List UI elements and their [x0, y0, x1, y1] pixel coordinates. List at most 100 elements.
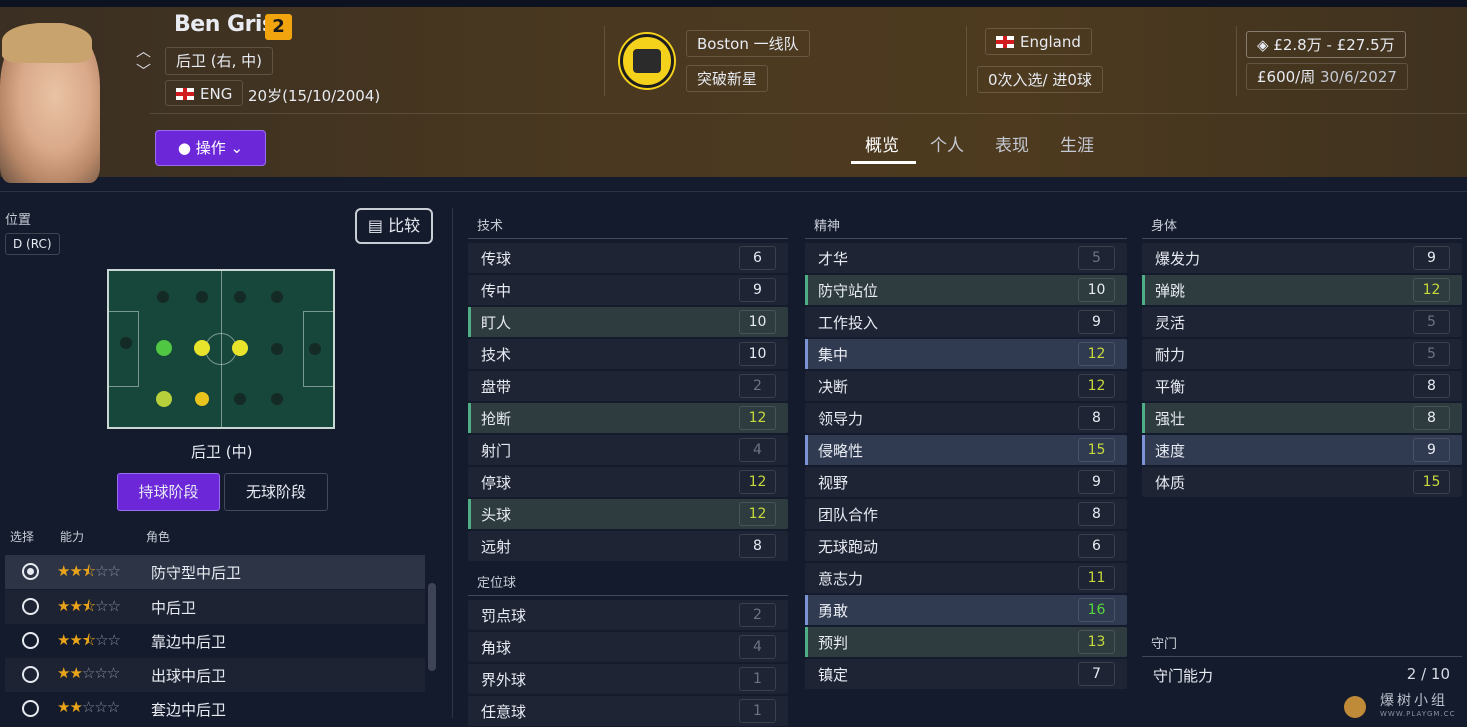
attribute-value: 12	[739, 470, 776, 494]
pitch-position-dot[interactable]	[234, 393, 246, 405]
pitch-position-dot[interactable]	[157, 291, 169, 303]
compare-button[interactable]: ▤ 比较	[355, 208, 433, 244]
attribute-name: 爆发力	[1155, 250, 1201, 268]
pitch-position-dot[interactable]	[234, 291, 246, 303]
role-name: 靠边中后卫	[151, 633, 227, 651]
pitch-position-dot[interactable]	[271, 343, 283, 355]
attribute-row-technical[interactable]: 技术 10	[468, 339, 788, 369]
action-button[interactable]: ● 操作 ⌄	[155, 130, 266, 166]
attribute-row-mental[interactable]: 预判 13	[805, 627, 1127, 657]
attribute-row-physical[interactable]: 速度 9	[1142, 435, 1462, 465]
attribute-row-mental[interactable]: 意志力 11	[805, 563, 1127, 593]
technical-header: 技术	[477, 219, 504, 234]
attribute-row-technical[interactable]: 盘带 2	[468, 371, 788, 401]
role-radio[interactable]	[22, 666, 39, 683]
pitch-position-dot[interactable]	[271, 393, 283, 405]
attribute-row-mental[interactable]: 侵略性 15	[805, 435, 1127, 465]
nationality-pill[interactable]: ENG	[165, 80, 244, 106]
attribute-value: 12	[739, 502, 776, 526]
attribute-row-mental[interactable]: 防守站位 10	[805, 275, 1127, 305]
attribute-name: 停球	[481, 474, 512, 492]
pitch-position-dot-competent[interactable]	[156, 391, 172, 407]
role-row[interactable]: ★★☆☆☆ 套边中后卫	[5, 692, 425, 726]
attribute-row-physical[interactable]: 灵活 5	[1142, 307, 1462, 337]
pitch-position-dot[interactable]	[120, 337, 132, 349]
role-row[interactable]: ★★⯪☆☆ 靠边中后卫	[5, 624, 425, 658]
attribute-row-mental[interactable]: 决断 12	[805, 371, 1127, 401]
attribute-value: 11	[1078, 566, 1115, 590]
attribute-row-physical[interactable]: 强壮 8	[1142, 403, 1462, 433]
attribute-row-setpiece[interactable]: 角球 4	[468, 632, 788, 662]
attribute-row-mental[interactable]: 镇定 7	[805, 659, 1127, 689]
attribute-row-technical[interactable]: 头球 12	[468, 499, 788, 529]
attribute-row-mental[interactable]: 集中 12	[805, 339, 1127, 369]
attribute-row-technical[interactable]: 传球 6	[468, 243, 788, 273]
role-row[interactable]: ★★⯪☆☆ 中后卫	[5, 590, 425, 624]
goalkeeping-header: 守门	[1151, 637, 1178, 652]
attribute-name: 侵略性	[818, 442, 864, 460]
chevron-down-icon: ⌄	[230, 139, 244, 157]
pitch-position-dot-competent[interactable]	[195, 392, 209, 406]
attribute-row-technical[interactable]: 抢断 12	[468, 403, 788, 433]
next-player-icon[interactable]: ﹀	[136, 60, 151, 81]
england-flag-icon	[996, 36, 1014, 48]
pitch-position-dot[interactable]	[271, 291, 283, 303]
attribute-row-technical[interactable]: 远射 8	[468, 531, 788, 561]
highlight-marker	[805, 627, 808, 657]
in-possession-tab[interactable]: 持球阶段	[117, 473, 220, 511]
attribute-row-technical[interactable]: 射门 4	[468, 435, 788, 465]
watermark-logo-icon	[1344, 696, 1366, 718]
club-crest[interactable]	[620, 34, 674, 88]
watermark-sub: WWW.PLAYGM.CC	[1380, 710, 1456, 718]
value-pill[interactable]: ◈ £2.8万 - £27.5万	[1246, 31, 1406, 58]
compare-icon: ▤	[367, 216, 383, 235]
role-row[interactable]: ★★⯪☆☆ 防守型中后卫	[5, 555, 425, 589]
attribute-name: 防守站位	[818, 282, 879, 300]
attribute-row-mental[interactable]: 工作投入 9	[805, 307, 1127, 337]
nation-pill[interactable]: England	[985, 28, 1092, 55]
attribute-row-technical[interactable]: 传中 9	[468, 275, 788, 305]
goalkeeping-header-line	[1142, 656, 1462, 657]
attribute-row-mental[interactable]: 勇敢 16	[805, 595, 1127, 625]
club-team-pill[interactable]: Boston 一线队	[686, 30, 810, 57]
tab-overview[interactable]: 概览	[865, 131, 899, 156]
attribute-row-setpiece[interactable]: 任意球 1	[468, 696, 788, 726]
attribute-row-physical[interactable]: 爆发力 9	[1142, 243, 1462, 273]
pitch-position-dot[interactable]	[196, 291, 208, 303]
attribute-row-mental[interactable]: 领导力 8	[805, 403, 1127, 433]
attribute-row-physical[interactable]: 体质 15	[1142, 467, 1462, 497]
tab-career[interactable]: 生涯	[1060, 131, 1094, 156]
role-stars: ★★☆☆☆	[57, 664, 120, 682]
attribute-row-mental[interactable]: 视野 9	[805, 467, 1127, 497]
attribute-value: 6	[739, 246, 776, 270]
position-pitch[interactable]	[107, 269, 335, 429]
pitch-position-dot-accomplished[interactable]	[194, 340, 210, 356]
pitch-position-dot-natural[interactable]	[156, 340, 172, 356]
attribute-row-technical[interactable]: 盯人 10	[468, 307, 788, 337]
attribute-row-setpiece[interactable]: 界外球 1	[468, 664, 788, 694]
role-radio[interactable]	[22, 700, 39, 717]
roles-scrollbar[interactable]	[428, 583, 436, 671]
active-tab-indicator	[851, 161, 916, 164]
role-radio[interactable]	[22, 632, 39, 649]
role-radio[interactable]	[22, 563, 39, 580]
tab-performance[interactable]: 表现	[995, 131, 1029, 156]
attribute-row-physical[interactable]: 弹跳 12	[1142, 275, 1462, 305]
attribute-row-physical[interactable]: 耐力 5	[1142, 339, 1462, 369]
attribute-row-technical[interactable]: 停球 12	[468, 467, 788, 497]
attribute-row-mental[interactable]: 才华 5	[805, 243, 1127, 273]
attribute-row-mental[interactable]: 团队合作 8	[805, 499, 1127, 529]
highlight-marker	[468, 403, 471, 433]
previous-player-icon[interactable]: ︿	[136, 40, 151, 61]
tab-personal[interactable]: 个人	[930, 131, 964, 156]
technical-header-line	[468, 238, 788, 239]
attribute-row-physical[interactable]: 平衡 8	[1142, 371, 1462, 401]
attribute-row-mental[interactable]: 无球跑动 6	[805, 531, 1127, 561]
out-of-possession-tab[interactable]: 无球阶段	[224, 473, 328, 511]
role-radio[interactable]	[22, 598, 39, 615]
pitch-position-dot[interactable]	[309, 343, 321, 355]
pitch-position-dot-accomplished[interactable]	[232, 340, 248, 356]
role-row[interactable]: ★★☆☆☆ 出球中后卫	[5, 658, 425, 692]
attribute-row-setpiece[interactable]: 罚点球 2	[468, 600, 788, 630]
goalkeeping-value: 2 / 10	[1406, 665, 1450, 683]
